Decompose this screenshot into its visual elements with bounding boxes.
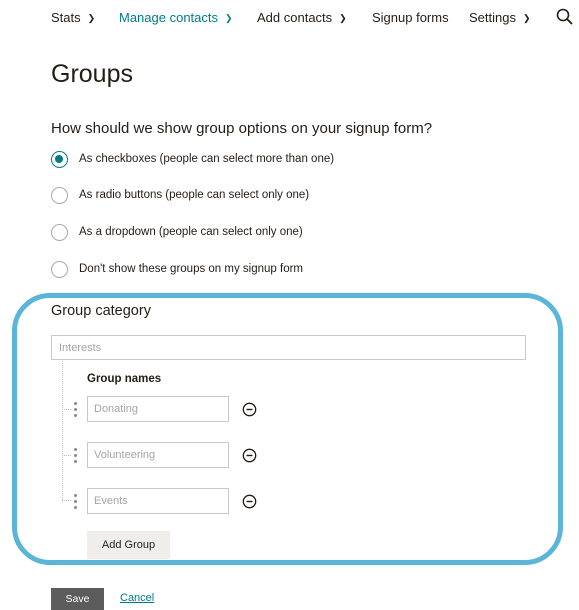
- group-category-label: Group category: [51, 303, 151, 319]
- group-name-input[interactable]: [87, 442, 229, 468]
- page-title: Groups: [51, 60, 133, 88]
- chevron-down-icon: ❯: [225, 13, 233, 23]
- chevron-down-icon: ❯: [339, 13, 347, 23]
- nav-manage-contacts-label: Manage contacts: [119, 10, 219, 25]
- group-names-label: Group names: [87, 373, 162, 385]
- radio-hide-groups[interactable]: [51, 260, 68, 278]
- chevron-down-icon: ❯: [522, 13, 531, 23]
- option-dropdown[interactable]: As a dropdown (people can select only on…: [51, 222, 303, 242]
- add-group-button[interactable]: Add Group: [87, 531, 170, 559]
- nav-settings[interactable]: Settings ❯: [469, 10, 531, 25]
- nav-add-contacts-label: Add contacts: [257, 10, 333, 25]
- group-name-input[interactable]: [87, 488, 229, 514]
- tree-connector: [62, 500, 71, 501]
- drag-handle-icon[interactable]: [73, 492, 79, 510]
- tree-connector: [62, 409, 71, 410]
- option-dropdown-label: As a dropdown (people can select only on…: [79, 226, 303, 238]
- drag-handle-icon[interactable]: [73, 446, 79, 464]
- group-category-input[interactable]: [51, 335, 526, 360]
- nav-settings-label: Settings: [469, 10, 516, 25]
- tree-connector: [62, 455, 71, 456]
- chevron-down-icon: ❯: [87, 13, 96, 23]
- remove-circle-icon[interactable]: [242, 402, 257, 417]
- option-checkboxes[interactable]: As checkboxes (people can select more th…: [51, 149, 334, 169]
- highlight-outline: [12, 293, 563, 565]
- nav-signup-forms-label: Signup forms: [372, 10, 449, 25]
- cancel-link[interactable]: Cancel: [120, 592, 154, 604]
- nav-stats-label: Stats: [51, 10, 81, 25]
- nav-stats[interactable]: Stats ❯: [51, 10, 95, 25]
- remove-circle-icon[interactable]: [242, 448, 257, 463]
- drag-handle-icon[interactable]: [73, 400, 79, 418]
- nav-signup-forms[interactable]: Signup forms: [372, 10, 449, 25]
- nav-add-contacts[interactable]: Add contacts ❯: [257, 10, 347, 25]
- display-question: How should we show group options on your…: [51, 120, 433, 137]
- radio-radio-buttons[interactable]: [51, 186, 68, 204]
- nav-manage-contacts[interactable]: Manage contacts ❯: [119, 10, 233, 25]
- option-hide-groups-label: Don't show these groups on my signup for…: [79, 263, 304, 275]
- tree-connector: [62, 361, 63, 500]
- radio-checkboxes[interactable]: [51, 150, 68, 168]
- option-hide-groups[interactable]: Don't show these groups on my signup for…: [51, 259, 303, 279]
- option-radio-buttons[interactable]: As radio buttons (people can select only…: [51, 185, 309, 205]
- radio-dropdown[interactable]: [51, 223, 68, 241]
- option-radio-buttons-label: As radio buttons (people can select only…: [79, 189, 310, 201]
- option-checkboxes-label: As checkboxes (people can select more th…: [79, 153, 335, 165]
- group-name-input[interactable]: [87, 396, 229, 422]
- top-nav: Stats ❯ Manage contacts ❯ Add contacts ❯ Si…: [0, 0, 579, 34]
- remove-circle-icon[interactable]: [242, 494, 257, 509]
- search-icon[interactable]: [555, 7, 575, 27]
